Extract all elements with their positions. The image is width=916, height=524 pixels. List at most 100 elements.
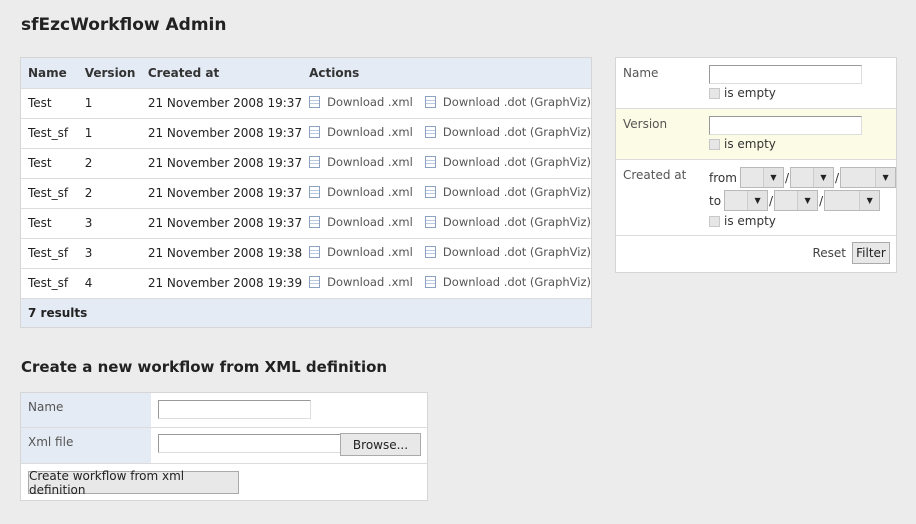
filter-row-version: Version is empty	[616, 109, 896, 160]
document-icon	[309, 156, 321, 168]
to-day-select[interactable]: ▼	[724, 190, 769, 211]
chevron-down-icon: ▼	[859, 191, 880, 210]
cell-version: 2	[77, 177, 141, 208]
download-xml-link[interactable]: Download .xml	[309, 215, 421, 229]
cell-actions: Download .xml Download .dot (GraphViz)	[302, 177, 591, 208]
download-xml-label: Download .xml	[327, 95, 413, 109]
created-at-is-empty-checkbox[interactable]	[709, 215, 720, 227]
download-dot-link[interactable]: Download .dot (GraphViz)	[424, 245, 591, 259]
download-xml-link[interactable]: Download .xml	[309, 125, 421, 139]
is-empty-label: is empty	[724, 86, 776, 100]
filter-row-name: Name is empty	[616, 58, 896, 109]
cell-version: 3	[77, 207, 141, 238]
cell-version: 3	[77, 237, 141, 268]
download-xml-link[interactable]: Download .xml	[309, 275, 421, 289]
chevron-down-icon: ▼	[747, 191, 768, 210]
document-icon	[309, 216, 321, 228]
download-dot-link[interactable]: Download .dot (GraphViz)	[424, 275, 591, 289]
cell-name: Test_sf	[21, 267, 78, 298]
reset-link[interactable]: Reset	[812, 246, 846, 260]
download-xml-label: Download .xml	[327, 125, 413, 139]
to-year-select[interactable]: ▼	[824, 190, 881, 211]
filter-version-empty[interactable]: is empty	[709, 137, 776, 151]
version-is-empty-checkbox[interactable]	[709, 138, 720, 150]
cell-version: 2	[77, 147, 141, 178]
cell-actions: Download .xml Download .dot (GraphViz)	[302, 267, 591, 298]
workflow-list-table: Name Version Created at Actions Test 1 2…	[20, 57, 592, 328]
column-header-created-at[interactable]: Created at	[140, 58, 303, 88]
create-section-heading: Create a new workflow from XML definitio…	[21, 358, 388, 376]
create-workflow-button[interactable]: Create workflow from xml definition	[28, 469, 239, 497]
cell-created-at: 21 November 2008 19:39	[140, 267, 303, 298]
browse-button[interactable]: Browse...	[340, 433, 421, 456]
table-row: Test_sf 1 21 November 2008 19:37 Downloa…	[21, 117, 591, 148]
column-header-name[interactable]: Name	[21, 58, 78, 88]
column-header-version[interactable]: Version	[77, 58, 141, 88]
download-dot-link[interactable]: Download .dot (GraphViz)	[424, 155, 591, 169]
table-row: Test 2 21 November 2008 19:37 Download .…	[21, 147, 591, 178]
cell-name: Test_sf	[21, 117, 78, 148]
download-dot-label: Download .dot (GraphViz)	[442, 215, 591, 229]
form-row-name: Name	[21, 393, 427, 428]
table-row: Test 1 21 November 2008 19:37 Download .…	[21, 87, 591, 118]
download-xml-link[interactable]: Download .xml	[309, 95, 421, 109]
filter-version-input[interactable]	[709, 116, 862, 135]
page-title: sfEzcWorkflow Admin	[21, 15, 227, 35]
table-row: Test_sf 4 21 November 2008 19:39 Downloa…	[21, 267, 591, 298]
cell-name: Test	[21, 147, 78, 178]
cell-created-at: 21 November 2008 19:37	[140, 177, 303, 208]
results-count: 7 results	[21, 297, 591, 327]
document-icon	[424, 96, 436, 108]
download-xml-label: Download .xml	[327, 245, 413, 259]
is-empty-label: is empty	[724, 137, 776, 151]
download-dot-link[interactable]: Download .dot (GraphViz)	[424, 185, 591, 199]
chevron-down-icon: ▼	[797, 191, 818, 210]
download-xml-link[interactable]: Download .xml	[309, 185, 421, 199]
document-icon	[309, 126, 321, 138]
document-icon	[309, 186, 321, 198]
filter-name-input[interactable]	[709, 65, 862, 84]
document-icon	[309, 246, 321, 258]
cell-version: 1	[77, 117, 141, 148]
name-is-empty-checkbox[interactable]	[709, 87, 720, 99]
download-dot-link[interactable]: Download .dot (GraphViz)	[424, 95, 591, 109]
from-month-select[interactable]: ▼	[789, 167, 834, 188]
document-icon	[309, 276, 321, 288]
to-month-select[interactable]: ▼	[774, 190, 819, 211]
download-dot-link[interactable]: Download .dot (GraphViz)	[424, 125, 591, 139]
form-row-xml-file: Xml file Browse...	[21, 428, 427, 464]
is-empty-label: is empty	[724, 214, 776, 228]
cell-version: 1	[77, 87, 141, 118]
filter-name-label: Name	[623, 66, 659, 80]
from-day-select[interactable]: ▼	[739, 167, 784, 188]
workflow-name-input[interactable]	[158, 400, 311, 419]
download-dot-link[interactable]: Download .dot (GraphViz)	[424, 215, 591, 229]
table-row: Test_sf 3 21 November 2008 19:38 Downloa…	[21, 237, 591, 268]
cell-created-at: 21 November 2008 19:37	[140, 147, 303, 178]
filter-created-at-label: Created at	[623, 168, 687, 182]
download-xml-label: Download .xml	[327, 185, 413, 199]
table-row: Test 3 21 November 2008 19:37 Download .…	[21, 207, 591, 238]
download-dot-label: Download .dot (GraphViz)	[442, 185, 591, 199]
download-xml-link[interactable]: Download .xml	[309, 245, 421, 259]
document-icon	[424, 276, 436, 288]
download-dot-label: Download .dot (GraphViz)	[442, 275, 591, 289]
document-icon	[309, 96, 321, 108]
filter-actions: Reset Filter	[812, 242, 890, 264]
filter-button[interactable]: Filter	[852, 242, 890, 264]
download-dot-label: Download .dot (GraphViz)	[442, 155, 591, 169]
xml-file-input[interactable]	[158, 434, 341, 453]
download-dot-label: Download .dot (GraphViz)	[442, 125, 591, 139]
to-label: to	[709, 193, 722, 208]
from-year-select[interactable]: ▼	[840, 167, 897, 188]
download-xml-link[interactable]: Download .xml	[309, 155, 421, 169]
filter-created-at-empty[interactable]: is empty	[709, 214, 776, 228]
cell-name: Test	[21, 87, 78, 118]
download-dot-label: Download .dot (GraphViz)	[442, 245, 591, 259]
document-icon	[424, 126, 436, 138]
filter-name-empty[interactable]: is empty	[709, 86, 776, 100]
cell-created-at: 21 November 2008 19:37	[140, 87, 303, 118]
cell-actions: Download .xml Download .dot (GraphViz)	[302, 147, 591, 178]
table-header-row: Name Version Created at Actions	[21, 58, 591, 88]
document-icon	[424, 186, 436, 198]
